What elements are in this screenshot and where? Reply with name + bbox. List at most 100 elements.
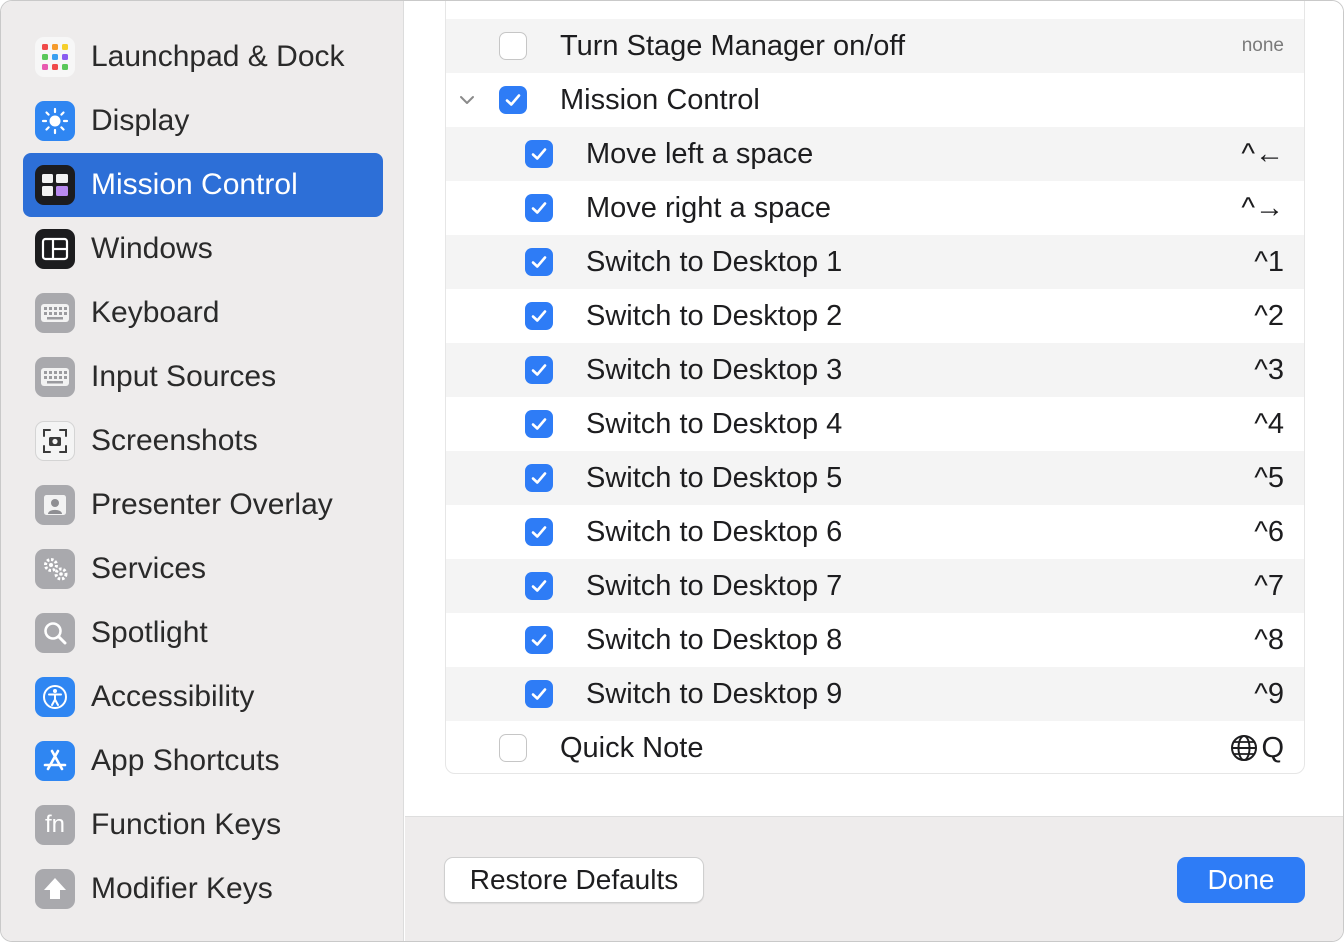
sidebar-item-windows[interactable]: Windows	[23, 217, 383, 281]
services-icon	[35, 549, 75, 589]
sidebar-item-label: Display	[91, 104, 190, 137]
shortcut-label: Switch to Desktop 6	[586, 515, 843, 548]
shortcut-row-move-left[interactable]: Move left a space ^←	[446, 127, 1304, 181]
input-sources-icon	[35, 357, 75, 397]
shortcut-label: Move left a space	[586, 137, 814, 170]
shortcut-row-desktop-1[interactable]: Switch to Desktop 1 ^1	[446, 235, 1304, 289]
shortcut-key[interactable]: ^5	[1254, 462, 1284, 495]
presenter-overlay-icon	[35, 485, 75, 525]
screenshots-icon	[35, 421, 75, 461]
sidebar-item-function-keys[interactable]: fn Function Keys	[23, 793, 383, 857]
shortcut-row-stage-manager[interactable]: Turn Stage Manager on/off none	[446, 19, 1304, 73]
sidebar-item-input-sources[interactable]: Input Sources	[23, 345, 383, 409]
shortcut-label: Switch to Desktop 8	[586, 623, 843, 656]
sidebar-item-display[interactable]: Display	[23, 89, 383, 153]
sidebar-item-screenshots[interactable]: Screenshots	[23, 409, 383, 473]
checkbox[interactable]	[525, 572, 553, 600]
sidebar-item-mission-control[interactable]: Mission Control	[23, 153, 383, 217]
sidebar-item-presenter-overlay[interactable]: Presenter Overlay	[23, 473, 383, 537]
shortcut-key[interactable]: ^2	[1254, 300, 1284, 333]
shortcuts-list[interactable]: Turn Stage Manager on/off none Mission C…	[445, 1, 1305, 774]
app-shortcuts-icon	[35, 741, 75, 781]
checkbox[interactable]	[525, 464, 553, 492]
globe-icon	[1231, 735, 1258, 761]
sidebar-item-label: Function Keys	[91, 808, 282, 841]
accessibility-icon	[35, 677, 75, 717]
sidebar-item-label: Presenter Overlay	[91, 488, 333, 521]
checkbox[interactable]	[525, 194, 553, 222]
sidebar-item-modifier-keys[interactable]: Modifier Keys	[23, 857, 383, 921]
checkbox[interactable]	[525, 302, 553, 330]
settings-window: Launchpad & Dock Display Mission Control…	[0, 0, 1344, 942]
shortcut-row-move-right[interactable]: Move right a space ^→	[446, 181, 1304, 235]
sidebar-item-label: Input Sources	[91, 360, 277, 393]
chevron-down-icon[interactable]	[452, 85, 482, 115]
shortcut-key[interactable]: ^6	[1254, 516, 1284, 549]
sidebar-item-label: Windows	[91, 232, 213, 265]
sidebar-item-accessibility[interactable]: Accessibility	[23, 665, 383, 729]
shortcut-key[interactable]: ^1	[1254, 246, 1284, 279]
checkbox[interactable]	[499, 734, 527, 762]
shortcut-row-desktop-4[interactable]: Switch to Desktop 4 ^4	[446, 397, 1304, 451]
done-button[interactable]: Done	[1177, 857, 1305, 903]
shortcut-key-quick-note[interactable]: Q	[1229, 732, 1284, 765]
checkbox[interactable]	[525, 356, 553, 384]
sidebar-item-services[interactable]: Services	[23, 537, 383, 601]
shortcut-row-desktop-9[interactable]: Switch to Desktop 9 ^9	[446, 667, 1304, 721]
shortcut-key[interactable]: ^4	[1254, 408, 1284, 441]
shortcut-key[interactable]: ^3	[1254, 354, 1284, 387]
sidebar-item-launchpad-dock[interactable]: Launchpad & Dock	[23, 25, 383, 89]
shortcut-label: Switch to Desktop 7	[586, 569, 843, 602]
sidebar-item-label: Mission Control	[91, 168, 298, 201]
restore-defaults-button[interactable]: Restore Defaults	[444, 857, 704, 903]
checkbox[interactable]	[525, 248, 553, 276]
shortcut-key-letter: Q	[1261, 731, 1284, 764]
sidebar-item-label: Modifier Keys	[91, 872, 273, 905]
modifier-keys-icon	[35, 869, 75, 909]
mission-control-icon	[35, 165, 75, 205]
shortcut-label: Turn Stage Manager on/off	[560, 29, 905, 62]
shortcut-row-desktop-6[interactable]: Switch to Desktop 6 ^6	[446, 505, 1304, 559]
checkbox[interactable]	[525, 410, 553, 438]
checkbox[interactable]	[525, 626, 553, 654]
shortcuts-panel: Turn Stage Manager on/off none Mission C…	[405, 1, 1343, 816]
launchpad-icon	[35, 37, 75, 77]
sidebar-item-label: Keyboard	[91, 296, 220, 329]
sidebar-item-app-shortcuts[interactable]: App Shortcuts	[23, 729, 383, 793]
sidebar-item-spotlight[interactable]: Spotlight	[23, 601, 383, 665]
sidebar-item-label: App Shortcuts	[91, 744, 280, 777]
shortcut-key[interactable]: ^←	[1241, 138, 1284, 171]
checkbox[interactable]	[525, 680, 553, 708]
shortcut-key[interactable]: ^9	[1254, 678, 1284, 711]
sidebar-item-keyboard[interactable]: Keyboard	[23, 281, 383, 345]
shortcut-key[interactable]: ^7	[1254, 570, 1284, 603]
sidebar-item-label: Services	[91, 552, 207, 585]
shortcut-label: Switch to Desktop 1	[586, 245, 843, 278]
shortcut-row-desktop-7[interactable]: Switch to Desktop 7 ^7	[446, 559, 1304, 613]
windows-icon	[35, 229, 75, 269]
sidebar-item-label: Spotlight	[91, 616, 208, 649]
sidebar: Launchpad & Dock Display Mission Control…	[1, 1, 404, 941]
shortcut-row-quick-note[interactable]: Quick Note Q	[446, 721, 1304, 773]
footer-bar: Restore Defaults Done	[405, 816, 1343, 941]
checkbox[interactable]	[499, 32, 527, 60]
shortcut-group-mission-control[interactable]: Mission Control	[446, 73, 1304, 127]
display-icon	[35, 101, 75, 141]
checkbox[interactable]	[499, 86, 527, 114]
shortcut-row-desktop-5[interactable]: Switch to Desktop 5 ^5	[446, 451, 1304, 505]
shortcut-row-desktop-8[interactable]: Switch to Desktop 8 ^8	[446, 613, 1304, 667]
checkbox[interactable]	[525, 140, 553, 168]
shortcut-label: Switch to Desktop 2	[586, 299, 843, 332]
sidebar-item-label: Accessibility	[91, 680, 255, 713]
shortcut-key[interactable]: none	[1242, 35, 1284, 57]
shortcut-key[interactable]: ^→	[1241, 192, 1284, 225]
keyboard-icon	[35, 293, 75, 333]
shortcut-row-desktop-2[interactable]: Switch to Desktop 2 ^2	[446, 289, 1304, 343]
shortcut-label: Switch to Desktop 4	[586, 407, 843, 440]
shortcut-label: Quick Note	[560, 731, 704, 764]
shortcut-label: Switch to Desktop 3	[586, 353, 843, 386]
function-keys-icon: fn	[35, 805, 75, 845]
shortcut-key[interactable]: ^8	[1254, 624, 1284, 657]
checkbox[interactable]	[525, 518, 553, 546]
shortcut-row-desktop-3[interactable]: Switch to Desktop 3 ^3	[446, 343, 1304, 397]
